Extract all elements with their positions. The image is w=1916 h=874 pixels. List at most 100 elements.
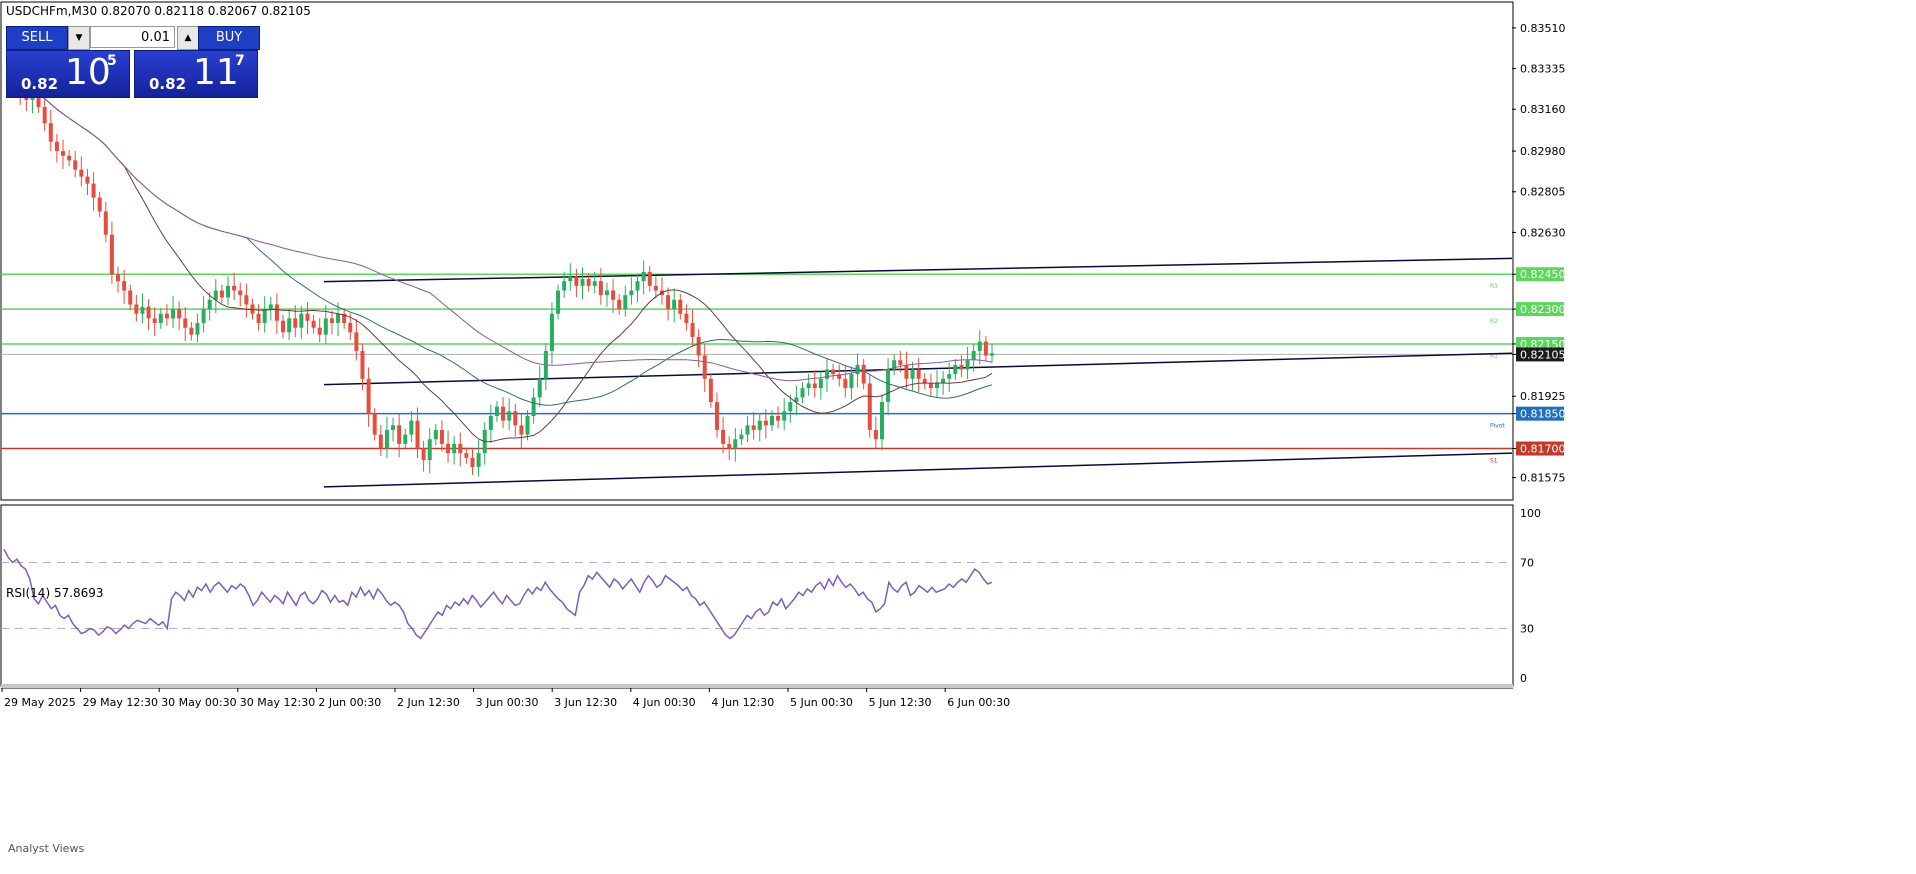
candle-body [140,306,145,314]
candle-body [647,271,652,286]
candle-body [213,290,218,300]
candle-body [232,285,237,291]
buy-price-prefix: 0.82 [149,75,187,93]
x-tick-label: 30 May 12:30 [240,696,315,709]
candle-body [721,429,726,444]
candle-body [672,299,677,310]
candle-body [800,388,805,398]
candle-body [256,313,261,324]
candle-body [959,364,964,370]
candle-body [128,290,133,305]
candle-body [635,281,640,291]
candle-body [898,360,903,365]
candle-body [678,299,683,314]
x-tick-label: 3 Jun 00:30 [476,696,539,709]
x-tick-label: 4 Jun 12:30 [711,696,774,709]
candle-body [274,304,279,321]
y-tick-label: 0.83335 [1520,63,1566,76]
candle-body [696,336,701,356]
candle-body [684,313,689,324]
candle-body [293,318,298,328]
rsi-y-tick-label: 70 [1520,557,1534,570]
candle-body [867,383,872,430]
moving-average-line [7,83,993,382]
candle-body [226,285,231,298]
y-tick-label: 0.83510 [1520,22,1566,35]
sell-price-box[interactable]: 0.82 10 5 [6,50,130,98]
y-tick-label: 0.82630 [1520,226,1566,239]
candle-body [458,443,463,454]
candle-body [879,402,884,440]
candle-body [812,383,817,389]
candle-body [366,378,371,414]
candle-body [904,364,909,379]
candle-body [653,285,658,291]
candle-body [769,415,774,426]
candle-body [690,323,695,337]
candle-body [403,434,408,444]
candle-body [629,290,634,296]
candle-body [158,313,163,324]
candle-body [354,332,359,351]
chart-canvas[interactable]: 0.835100.833350.831600.829800.828050.826… [0,0,1916,874]
candle-body [910,369,915,379]
sell-price-main: 10 [65,52,111,93]
candle-body [947,374,952,379]
lot-size-input[interactable] [90,26,175,48]
channel-line[interactable] [323,452,1513,488]
buy-price-main: 11 [193,52,239,93]
channel-line[interactable] [323,352,1513,386]
buy-price-box[interactable]: 0.82 11 7 [134,50,258,98]
x-tick-label: 3 Jun 12:30 [554,696,617,709]
buy-button[interactable]: BUY [198,26,260,50]
lot-increase-button[interactable]: ▲ [177,26,199,50]
candle-body [977,341,982,351]
candle-body [934,383,939,389]
candle-body [763,420,768,426]
candle-body [421,448,426,461]
candle-body [886,369,891,403]
candle-body [195,323,200,335]
candle-body [873,429,878,440]
candle-body [745,425,750,435]
rsi-y-tick-label: 100 [1520,507,1541,520]
analyst-views-tab[interactable]: Analyst Views [8,842,84,855]
candle-body [378,434,383,449]
candle-body [464,453,469,458]
candle-body [971,350,976,361]
candle-body [598,281,603,296]
candle-body [91,183,96,198]
level-label-r3: R3 [1490,283,1498,290]
candle-body [470,457,475,468]
candle-body [238,290,243,296]
candle-body [574,276,579,286]
candle-body [360,350,365,379]
candle-body [116,274,121,282]
candle-body [305,313,310,321]
sell-button[interactable]: SELL [6,26,68,50]
candle-body [103,211,108,235]
price-tag-text: 0.82300 [1520,303,1566,316]
lot-decrease-button[interactable]: ▼ [68,26,90,50]
candle-body [189,327,194,335]
candle-body [488,415,493,430]
panel-splitter[interactable] [1,684,1513,688]
price-tag-text: 0.81850 [1520,408,1566,421]
candle-body [537,378,542,398]
candle-body [384,429,389,449]
level-label-r2: R2 [1490,318,1498,325]
channel-line[interactable] [323,257,1513,283]
candle-body [171,309,176,319]
candle-body [824,369,829,379]
x-tick-label: 2 Jun 00:30 [318,696,381,709]
y-tick-label: 0.82980 [1520,145,1566,158]
candle-body [262,309,267,324]
candle-body [849,374,854,389]
candle-body [348,323,353,333]
candle-body [666,295,671,310]
candle-body [61,151,66,156]
candle-body [580,278,585,286]
candle-body [806,383,811,389]
candle-body [568,276,573,282]
candle-body [79,169,84,177]
